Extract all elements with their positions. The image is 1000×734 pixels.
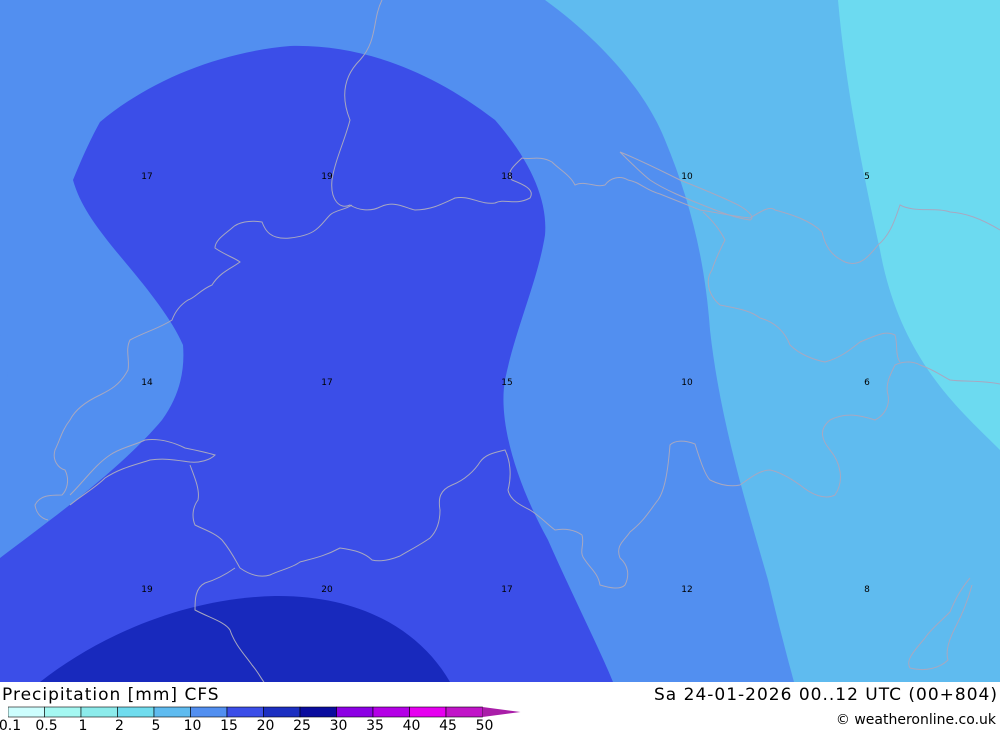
map-value: 18 — [501, 172, 513, 182]
legend-swatch — [226, 706, 264, 718]
legend-tick-label: 35 — [366, 718, 384, 734]
legend-swatch — [336, 706, 374, 718]
legend-swatch — [409, 706, 447, 718]
legend-tick-label: 20 — [256, 718, 275, 734]
legend-swatch — [299, 706, 337, 718]
legend-tick-label: 0.5 — [35, 718, 58, 734]
map-value: 12 — [681, 585, 692, 595]
legend-swatch — [445, 706, 483, 718]
legend-tick-label: 2 — [115, 718, 124, 734]
map-value: 8 — [864, 585, 870, 595]
map-value: 5 — [864, 172, 870, 182]
legend-swatch — [153, 706, 191, 718]
map-value: 6 — [864, 378, 870, 388]
legend-tick-label: 45 — [439, 718, 457, 734]
legend-swatch — [372, 706, 410, 718]
map-value: 10 — [681, 172, 693, 182]
map-value: 17 — [321, 378, 332, 388]
legend-swatch — [263, 706, 301, 718]
map-datetime: Sa 24-01-2026 00..12 UTC (00+804) — [654, 685, 998, 705]
map-footer: Precipitation [mm] CFS Sa 24-01-2026 00.… — [0, 682, 1000, 734]
legend-arrow — [482, 707, 521, 717]
legend-swatch — [8, 706, 45, 718]
color-legend: 0.1 0.5 1 2 5 10 15 20 25 30 35 40 45 50 — [0, 706, 528, 734]
credit-text[interactable]: © weatheronline.co.uk — [836, 712, 996, 728]
precipitation-map: 17 19 18 10 5 14 17 15 10 6 19 20 17 12 … — [0, 0, 1000, 682]
map-value: 14 — [141, 378, 153, 388]
map-value: 17 — [501, 585, 512, 595]
map-value: 10 — [681, 378, 693, 388]
map-value: 17 — [141, 172, 152, 182]
legend-tick-label: 1 — [78, 718, 88, 734]
legend-tick-label: 10 — [183, 718, 202, 734]
legend-swatch — [44, 706, 82, 718]
legend-tick-label: 40 — [402, 718, 421, 734]
legend-tick-label: 25 — [293, 718, 311, 734]
map-title: Precipitation [mm] CFS — [2, 685, 220, 705]
legend-tick-label: 15 — [220, 718, 238, 734]
map-value: 20 — [321, 585, 333, 595]
legend-swatch — [80, 706, 118, 718]
legend-swatch — [117, 706, 155, 718]
legend-tick-label: 30 — [329, 718, 348, 734]
map-value: 19 — [141, 585, 153, 595]
map-value: 15 — [501, 378, 512, 388]
legend-bar — [8, 706, 521, 718]
legend-tick-label: 5 — [151, 718, 161, 734]
legend-tick-label: 50 — [475, 718, 494, 734]
legend-tick-label: 0.1 — [0, 718, 22, 734]
map-value: 19 — [321, 172, 333, 182]
legend-swatch — [190, 706, 228, 718]
